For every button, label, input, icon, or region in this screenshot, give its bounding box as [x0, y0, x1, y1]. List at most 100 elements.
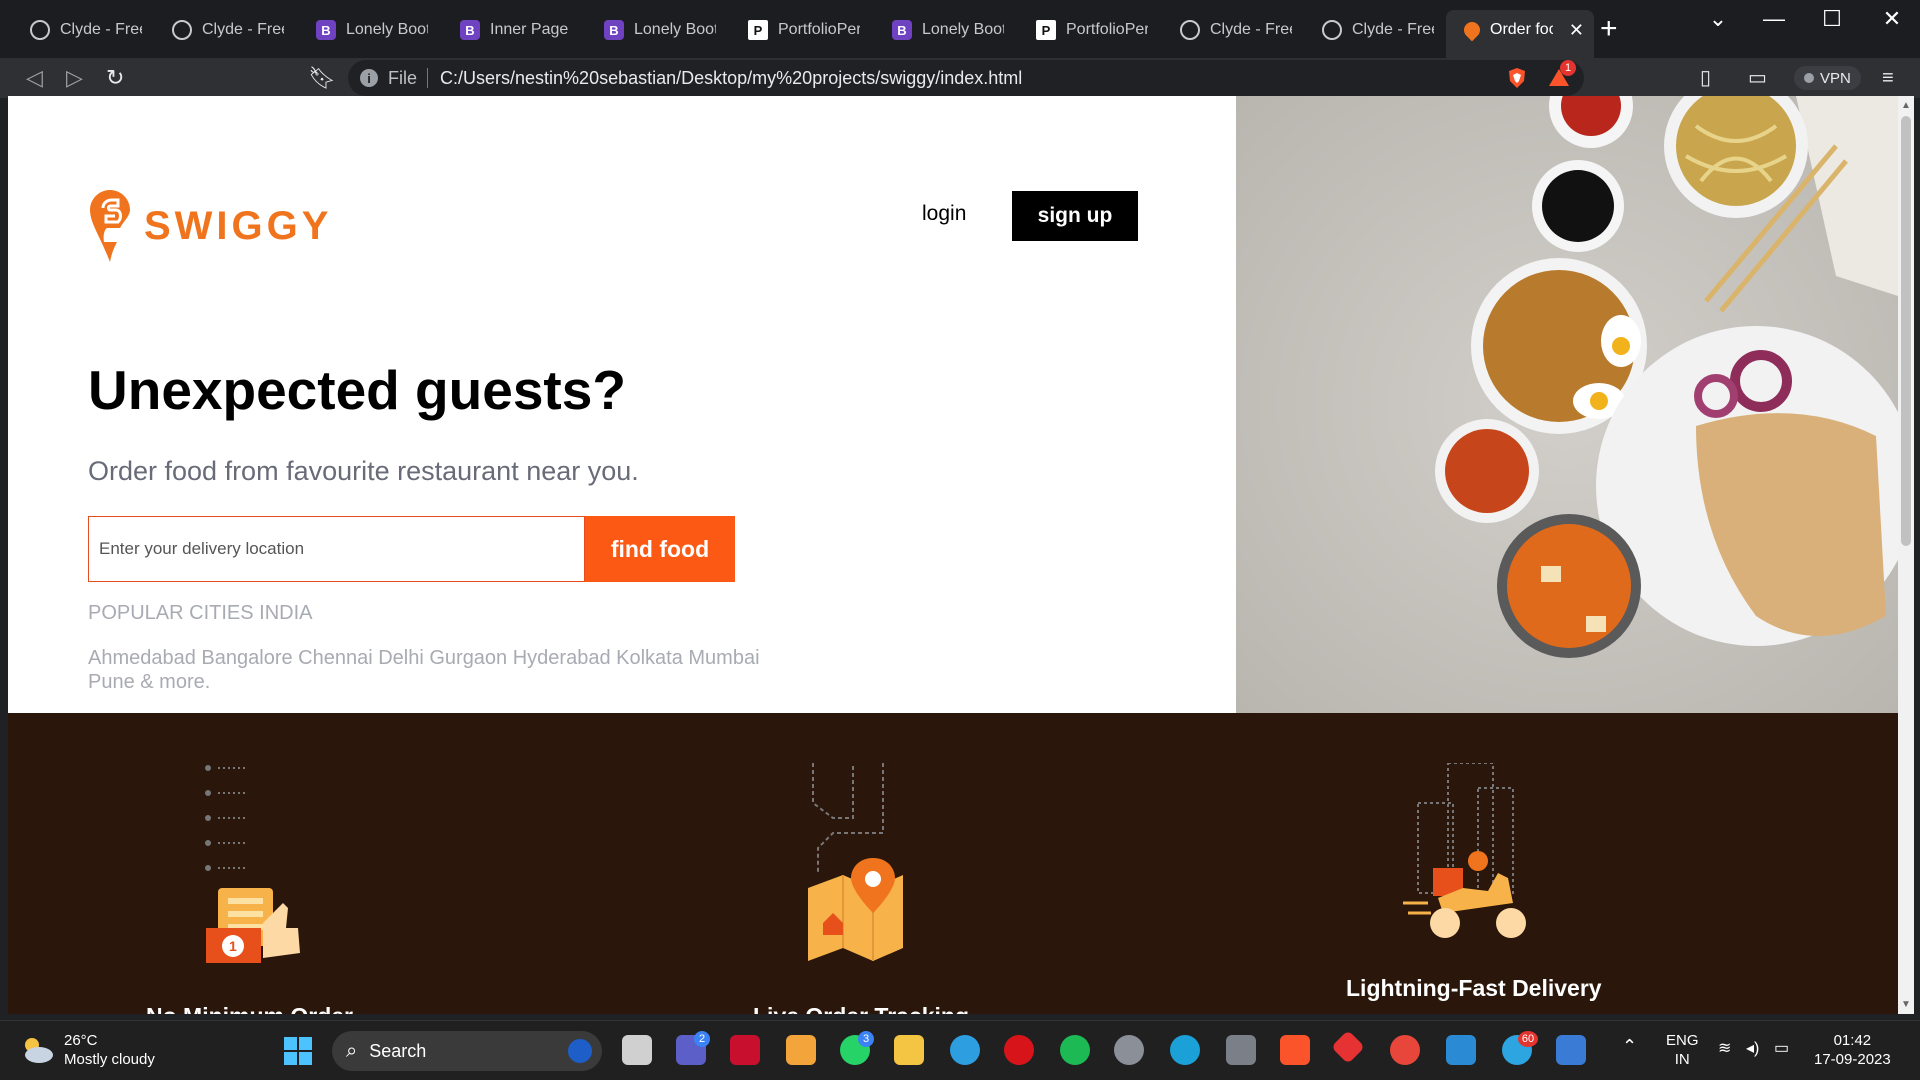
tab-10[interactable]: Clyde - Free B [1304, 10, 1444, 50]
back-button[interactable]: ◁ [26, 64, 43, 92]
windows-start-icon[interactable] [284, 1037, 312, 1065]
whatsapp-badge: 3 [858, 1031, 874, 1047]
teams-badge: 2 [694, 1031, 710, 1047]
cloudy-weather-icon [25, 1038, 53, 1063]
features-section: 1 No Minimum Order Live Order Tracking [8, 713, 1898, 1014]
reload-button[interactable]: ↻ [106, 64, 124, 92]
edge-icon[interactable] [1170, 1035, 1200, 1065]
tab-title: Inner Page - L [490, 21, 572, 38]
vscode-icon[interactable] [1446, 1035, 1476, 1065]
bookmark-icon[interactable]: 🔖︎ [308, 64, 336, 92]
url-text[interactable]: C:/Users/nestin%20sebastian/Desktop/my%2… [440, 68, 1022, 89]
close-window-button[interactable]: ✕ [1872, 6, 1912, 32]
tab-9[interactable]: Clyde - Free B [1162, 10, 1302, 50]
volume-icon[interactable]: ◂) [1746, 1039, 1759, 1058]
find-food-button[interactable]: find food [585, 516, 735, 582]
food-photo [1236, 96, 1898, 713]
tab-title: Clyde - Free B [1352, 21, 1434, 38]
close-tab-icon[interactable]: ✕ [1569, 20, 1584, 41]
microsoft-store-icon[interactable] [786, 1035, 816, 1065]
settings-gear-icon[interactable] [1114, 1035, 1144, 1065]
svg-text:1: 1 [229, 938, 237, 954]
swiggy-logo[interactable]: SWIGGY [90, 190, 332, 262]
task-view-icon[interactable] [622, 1035, 652, 1065]
sidebar-icon[interactable]: ▯ [1700, 68, 1711, 88]
tab-11[interactable]: Order foo ✕ [1446, 10, 1594, 58]
tab-1[interactable]: Clyde - Free B [12, 10, 152, 50]
tab-bar: Clyde - Free B Clyde - Free B B Lonely Boot… [0, 0, 1920, 58]
anydesk-icon[interactable] [1331, 1030, 1365, 1064]
address-toolbar: ◁ ▷ ↻ 🔖︎ i File C:/Users/nestin%20sebast… [0, 58, 1920, 98]
photos-icon[interactable] [1556, 1035, 1586, 1065]
feature-title-live-order-tracking: Live Order Tracking [753, 1003, 969, 1014]
globe-favicon-icon [1322, 20, 1342, 40]
signup-button[interactable]: sign up [1012, 191, 1138, 241]
weather-widget[interactable]: 26°C Mostly cloudy [20, 1031, 155, 1069]
weather-temp: 26°C [64, 1032, 98, 1049]
battery-icon[interactable]: ▭ [1774, 1039, 1789, 1058]
clock[interactable]: 01:42 17-09-2023 [1814, 1031, 1891, 1069]
new-tab-button[interactable]: + [1600, 14, 1618, 44]
forward-button[interactable]: ▷ [66, 64, 83, 92]
minimize-button[interactable]: — [1754, 6, 1794, 32]
taskbar-search[interactable]: ⌕ Search [332, 1031, 602, 1071]
chrome-icon[interactable] [1390, 1035, 1420, 1065]
tab-6[interactable]: P PortfolioPerfe [730, 10, 870, 50]
rewards-badge: 1 [1560, 60, 1576, 76]
tray-overflow-chevron-icon[interactable]: ⌃ [1622, 1037, 1637, 1056]
omnibox-divider [427, 68, 429, 88]
site-info-icon[interactable]: i [360, 69, 378, 87]
tab-title: Clyde - Free B [202, 21, 284, 38]
wallet-icon[interactable]: ▭ [1748, 68, 1767, 88]
tab-2[interactable]: Clyde - Free B [154, 10, 294, 50]
tab-8[interactable]: P PortfolioPerfe [1018, 10, 1158, 50]
tab-title: Clyde - Free B [1210, 21, 1292, 38]
wifi-icon[interactable]: ≋ [1718, 1039, 1731, 1058]
tab-3[interactable]: B Lonely Bootst [298, 10, 438, 50]
opera-icon[interactable] [1004, 1035, 1034, 1065]
mcafee-icon[interactable] [730, 1035, 760, 1065]
location-search-form: find food [88, 516, 735, 582]
brave-icon[interactable] [1280, 1035, 1310, 1065]
file-explorer-icon[interactable] [894, 1035, 924, 1065]
brave-shields-icon[interactable] [1506, 67, 1528, 89]
vpn-button[interactable]: VPN [1794, 66, 1861, 90]
delivery-location-input[interactable] [88, 516, 585, 582]
scroll-down-icon[interactable]: ▼ [1901, 999, 1911, 1010]
bing-icon [568, 1039, 592, 1063]
clock-date: 17-09-2023 [1814, 1051, 1891, 1068]
hero-section: SWIGGY login sign up Unexpected guests? … [8, 96, 1898, 713]
page-viewport: SWIGGY login sign up Unexpected guests? … [8, 96, 1898, 1014]
no-minimum-order-icon: 1 [205, 765, 300, 963]
login-button[interactable]: login [922, 202, 966, 226]
lightning-fast-delivery-icon [1403, 763, 1526, 938]
telegram-badge: 60 [1518, 1031, 1538, 1047]
camera-icon[interactable] [1226, 1035, 1256, 1065]
tab-search-chevron-icon[interactable]: ⌄ [1698, 6, 1738, 32]
omnibox[interactable]: i File C:/Users/nestin%20sebastian/Deskt… [348, 60, 1584, 96]
get-help-icon[interactable] [950, 1035, 980, 1065]
tab-title: PortfolioPerfe [1066, 21, 1148, 38]
tab-7[interactable]: B Lonely Bootst [874, 10, 1014, 50]
page-scrollbar[interactable]: ▲ ▼ [1898, 96, 1914, 1014]
hero-headline: Unexpected guests? [88, 359, 626, 421]
tab-title: Order foo [1490, 21, 1553, 38]
language-indicator[interactable]: ENG IN [1666, 1031, 1699, 1069]
tab-5[interactable]: B Lonely Bootst [586, 10, 726, 50]
scroll-up-icon[interactable]: ▲ [1901, 100, 1911, 111]
tab-title: Lonely Bootst [346, 21, 428, 38]
brand-wordmark: SWIGGY [144, 203, 333, 248]
vpn-label: VPN [1820, 69, 1851, 87]
tab-title: Clyde - Free B [60, 21, 142, 38]
bootstrap-favicon-icon: B [460, 20, 480, 40]
weather-desc: Mostly cloudy [64, 1051, 155, 1068]
tab-title: PortfolioPerfe [778, 21, 860, 38]
spotify-icon[interactable] [1060, 1035, 1090, 1065]
maximize-button[interactable]: ☐ [1812, 6, 1852, 32]
vpn-status-icon [1804, 73, 1814, 83]
tab-4[interactable]: B Inner Page - L [442, 10, 582, 50]
scrollbar-thumb[interactable] [1901, 116, 1911, 546]
menu-icon[interactable]: ≡ [1882, 68, 1894, 88]
globe-favicon-icon [30, 20, 50, 40]
portfolio-favicon-icon: P [1036, 20, 1056, 40]
